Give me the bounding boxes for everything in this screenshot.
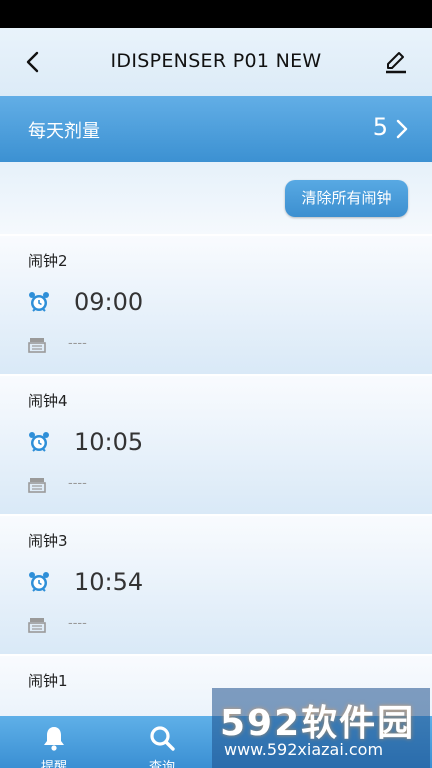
alarm-time: 09:00 — [74, 288, 144, 316]
alarm-medication: ---- — [68, 476, 87, 491]
alarm-name: 闹钟4 — [28, 392, 68, 410]
alarm-item[interactable]: 闹钟2 09:00 ---- — [0, 234, 432, 374]
search-icon — [150, 726, 175, 751]
clear-all-alarms-button[interactable]: 清除所有闹钟 — [285, 180, 408, 217]
tab-label: 查询 — [148, 760, 175, 768]
alarm-time: 10:05 — [74, 428, 144, 456]
alarm-name: 闹钟2 — [28, 252, 68, 270]
daily-dose-value: 5 — [372, 113, 388, 141]
top-app-bar: IDISPENSER P01 NEW — [0, 28, 432, 96]
pencil-icon — [386, 52, 406, 74]
tab-query[interactable]: 查询 — [108, 716, 216, 768]
watermark-title: 592软件园 — [220, 703, 416, 744]
alarm-item[interactable]: 闹钟4 10:05 ---- — [0, 374, 432, 514]
alarm-toolbar: 清除所有闹钟 — [0, 162, 432, 234]
pill-box-icon — [28, 338, 46, 353]
tab-label: 提醒 — [40, 760, 67, 768]
watermark-url: www.592xiazai.com — [224, 740, 384, 759]
alarm-name: 闹钟3 — [28, 532, 68, 550]
edit-button[interactable] — [382, 48, 410, 76]
daily-dose-label: 每天剂量 — [28, 121, 100, 142]
alarm-clock-icon — [29, 572, 49, 592]
alarm-medication: ---- — [68, 616, 87, 631]
daily-dose-row[interactable]: 每天剂量 5 — [0, 96, 432, 162]
alarm-clock-icon — [29, 292, 49, 312]
chevron-left-icon — [26, 51, 39, 73]
alarm-item[interactable]: 闹钟3 10:54 ---- — [0, 514, 432, 654]
back-button[interactable] — [20, 48, 48, 76]
pill-box-icon — [28, 478, 46, 493]
pill-box-icon — [28, 618, 46, 633]
status-bar — [0, 0, 432, 28]
alarm-medication: ---- — [68, 336, 87, 351]
alarm-name: 闹钟1 — [28, 672, 68, 690]
page-title: IDISPENSER P01 NEW — [110, 50, 322, 72]
alarm-time: 10:54 — [74, 568, 144, 596]
bell-icon — [44, 727, 64, 751]
alarm-clock-icon — [29, 432, 49, 452]
chevron-right-icon — [396, 119, 408, 139]
watermark: 592软件园 www.592xiazai.com — [212, 688, 430, 768]
tab-reminder[interactable]: 提醒 — [0, 716, 108, 768]
